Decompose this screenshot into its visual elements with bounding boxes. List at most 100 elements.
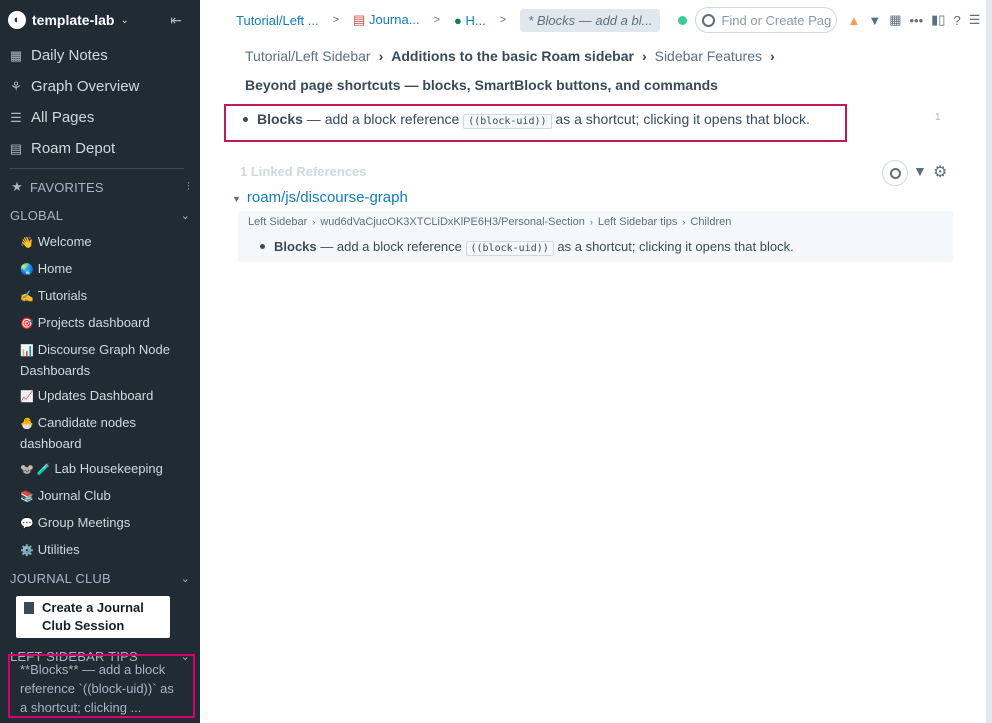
nav-roam-depot[interactable]: ▤ Roam Depot <box>0 133 200 164</box>
chevron-down-icon[interactable]: ⌄ <box>181 572 190 585</box>
ref-bc-item[interactable]: wud6dVaCjucOK3XTCLiDxKlPE6H3/Personal-Se… <box>320 216 585 228</box>
ref-bc-item[interactable]: Left Sidebar <box>248 216 307 228</box>
emoji: 🌏 <box>20 264 34 276</box>
shortcut-discourse-dashboards[interactable]: 📊 Discourse Graph Node Dashboards <box>0 337 200 383</box>
main-page: Tutorial/Left Sidebar › Additions to the b… <box>245 40 965 98</box>
topbar-crumb-home[interactable]: ● H... <box>454 13 486 28</box>
shortcut-tutorials[interactable]: ✍️ Tutorials <box>0 283 200 310</box>
gear-icon[interactable]: ⚙ <box>933 162 947 182</box>
shortcut-updates-dashboard[interactable]: 📈 Updates Dashboard <box>0 383 200 410</box>
tip-shortcut-item[interactable]: **Blocks** — add a block reference `((bl… <box>8 654 195 718</box>
warning-icon[interactable]: ▲ <box>847 13 860 28</box>
caret-down-icon[interactable]: ▼ <box>232 194 241 204</box>
global-header[interactable]: GLOBAL ⌄ <box>0 201 200 229</box>
create-journal-club-button[interactable]: Create a Journal Club Session <box>16 596 170 638</box>
chevron-right-icon: › <box>770 48 775 64</box>
ref-bc-item[interactable]: Left Sidebar tips <box>598 216 678 228</box>
crumb-separator: > <box>332 14 340 26</box>
depot-icon: ▤ <box>9 140 23 156</box>
shortcut-group-meetings[interactable]: 💬 Group Meetings <box>0 510 200 537</box>
block-bold: Blocks <box>257 111 303 127</box>
emoji: ⚙️ <box>20 545 34 557</box>
emoji: 📊 <box>20 345 34 357</box>
top-bar: Tutorial/Left ... > ▤ Journa... > ● H...… <box>200 0 986 40</box>
reference-breadcrumb: Left Sidebar › wud6dVaCjucOK3XTCLiDxKlPE6H… <box>248 216 731 228</box>
globe-icon: ● <box>454 12 462 28</box>
block-bullet[interactable] <box>260 244 265 250</box>
journal-club-label: JOURNAL CLUB <box>10 570 111 586</box>
chevron-down-icon[interactable]: ⌄ <box>181 209 190 222</box>
breadcrumb-item[interactable]: Tutorial/Left Sidebar <box>245 48 371 64</box>
shortcut-welcome[interactable]: 👋 Welcome <box>0 229 200 256</box>
emoji: 💬 <box>20 518 34 530</box>
graph-header[interactable]: ◐ template-lab ⌄ ⇤ <box>0 0 200 40</box>
search-icon <box>702 13 716 27</box>
shortcut-projects-dashboard[interactable]: 🎯 Projects dashboard <box>0 310 200 337</box>
chevron-right-icon: › <box>682 217 686 227</box>
shortcut-label: Discourse Graph Node Dashboards <box>20 342 170 378</box>
more-icon[interactable]: ••• <box>909 13 923 28</box>
block-ref-count[interactable]: 1 <box>935 112 941 123</box>
favorites-header[interactable]: ★ FAVORITES ⫶ <box>0 173 200 201</box>
filter-icon[interactable]: ▼ <box>913 163 927 179</box>
reference-block[interactable]: Blocks — add a block reference ((block-u… <box>260 239 794 256</box>
block-text-pre: — add a block reference <box>316 239 466 254</box>
crumb-label: H... <box>465 12 486 28</box>
block-bullet[interactable] <box>243 116 248 122</box>
chevron-right-icon: › <box>641 48 647 64</box>
shortcut-label: Group Meetings <box>37 515 131 530</box>
roam-logo-icon: ◐ <box>8 11 26 29</box>
shortcut-utilities[interactable]: ⚙️ Utilities <box>0 537 200 564</box>
page-title-text[interactable]: Beyond page shortcuts — blocks, SmartBlo… <box>245 77 718 93</box>
breadcrumb-item[interactable]: Sidebar Features <box>655 48 762 64</box>
chevron-down-icon[interactable]: ⌄ <box>120 15 128 26</box>
emoji: 📈 <box>20 391 34 403</box>
calendar-icon: ▦ <box>9 47 23 63</box>
block-bold: Blocks <box>274 239 317 254</box>
breadcrumb-item[interactable]: Additions to the basic Roam sidebar <box>391 48 634 64</box>
sidebar-toggle-icon[interactable]: ▮▯ <box>931 12 945 28</box>
shortcut-label: Welcome <box>37 234 92 249</box>
list-icon: ☰ <box>10 109 22 125</box>
sync-status-icon <box>678 15 688 25</box>
nav-label: Roam Depot <box>31 140 116 157</box>
right-sidebar-icon[interactable]: ☰ <box>969 12 981 28</box>
calendar-icon[interactable]: ▦ <box>889 12 901 28</box>
settings-sliders-icon[interactable]: ⫶ <box>187 181 190 194</box>
favorites-label: FAVORITES <box>30 179 104 195</box>
reference-page-link[interactable]: ▼ roam/js/discourse-graph <box>232 189 408 206</box>
nav-all-pages[interactable]: ☰ All Pages <box>0 102 200 133</box>
search-input[interactable]: Find or Create Pag <box>695 7 838 33</box>
linked-refs-search-button[interactable] <box>882 160 908 186</box>
help-icon[interactable]: ? <box>953 13 960 28</box>
nav-label: All Pages <box>31 109 95 126</box>
block-text-post: as a shortcut; clicking it opens that bl… <box>551 111 810 127</box>
scrollbar-track[interactable] <box>986 0 992 723</box>
block-ref-code: ((block-uid)) <box>463 114 552 129</box>
shortcut-label: Home <box>37 261 73 276</box>
shortcut-candidate-nodes[interactable]: 🐣 Candidate nodes dashboard <box>0 410 200 456</box>
left-sidebar: ◐ template-lab ⌄ ⇤ ▦ Daily Notes ⚘ Graph… <box>0 0 200 723</box>
star-icon: ★ <box>11 179 23 194</box>
shortcut-label: Lab Housekeeping <box>54 461 163 476</box>
ref-page-title: roam/js/discourse-graph <box>246 189 408 206</box>
shortcut-home[interactable]: 🌏 Home <box>0 256 200 283</box>
nav-daily-notes[interactable]: ▦ Daily Notes <box>0 40 200 71</box>
nav-graph-overview[interactable]: ⚘ Graph Overview <box>0 71 200 102</box>
ref-bc-item[interactable]: Children <box>690 216 731 228</box>
filter-icon[interactable]: ▼ <box>868 13 881 28</box>
page-title: Beyond page shortcuts — blocks, SmartBlo… <box>245 72 965 98</box>
crumb-label: Journa... <box>368 12 420 27</box>
journal-club-header[interactable]: JOURNAL CLUB ⌄ <box>0 564 200 592</box>
collapse-sidebar-icon[interactable]: ⇤ <box>170 12 182 29</box>
crumb-separator: > <box>499 14 507 26</box>
linked-references-title: 1 Linked References <box>240 164 367 179</box>
topbar-crumb-active[interactable]: * Blocks — add a bl... <box>520 8 661 32</box>
main-block[interactable]: Blocks — add a block reference ((block-u… <box>243 110 810 131</box>
shortcut-journal-club[interactable]: 📚 Journal Club <box>0 483 200 510</box>
topbar-crumb[interactable]: Tutorial/Left ... <box>236 13 319 28</box>
page-breadcrumb: Tutorial/Left Sidebar › Additions to the b… <box>245 43 965 69</box>
topbar-crumb-journal[interactable]: ▤ Journa... <box>353 12 420 28</box>
chevron-right-icon: › <box>378 48 384 64</box>
shortcut-lab-housekeeping[interactable]: 🐭 🧪 Lab Housekeeping <box>0 456 200 483</box>
